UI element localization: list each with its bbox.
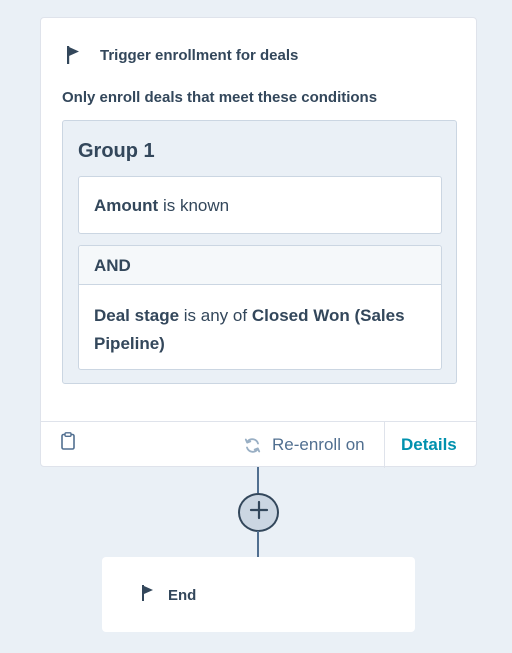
details-button[interactable]: Details (401, 422, 457, 468)
reenroll-toggle[interactable]: Re-enroll on (244, 422, 365, 468)
conditions-label: Only enroll deals that meet these condit… (62, 89, 378, 106)
trigger-title: Trigger enrollment for deals (100, 46, 299, 64)
condition-amount[interactable]: Amount is known (78, 176, 442, 234)
plus-icon (249, 500, 269, 525)
condition-operator: is any of (179, 306, 252, 325)
condition-property: Amount (94, 196, 159, 215)
connector-line (257, 467, 259, 493)
condition-group: Group 1 Amount is known AND Deal stage i… (62, 120, 457, 384)
end-card[interactable]: End (102, 557, 415, 632)
footer-divider (384, 422, 385, 468)
end-header: End (140, 584, 196, 607)
reenroll-label: Re-enroll on (272, 435, 365, 454)
refresh-icon (244, 437, 261, 454)
trigger-header: Trigger enrollment for deals (63, 44, 298, 66)
add-action-button[interactable] (238, 493, 279, 532)
flag-icon (63, 44, 83, 66)
clipboard-icon[interactable] (61, 432, 75, 450)
end-label: End (168, 587, 197, 604)
flag-icon (140, 584, 156, 607)
condition-deal-stage[interactable]: AND Deal stage is any of Closed Won (Sal… (78, 245, 442, 370)
condition-body: Deal stage is any of Closed Won (Sales P… (79, 285, 441, 358)
condition-operator: is known (158, 196, 230, 215)
card-footer: Re-enroll on Details (41, 421, 476, 468)
trigger-card[interactable]: Trigger enrollment for deals Only enroll… (40, 17, 477, 468)
and-joiner: AND (79, 246, 441, 285)
group-title: Group 1 (78, 140, 155, 162)
connector-line (257, 531, 259, 557)
condition-property: Deal stage (94, 306, 180, 325)
